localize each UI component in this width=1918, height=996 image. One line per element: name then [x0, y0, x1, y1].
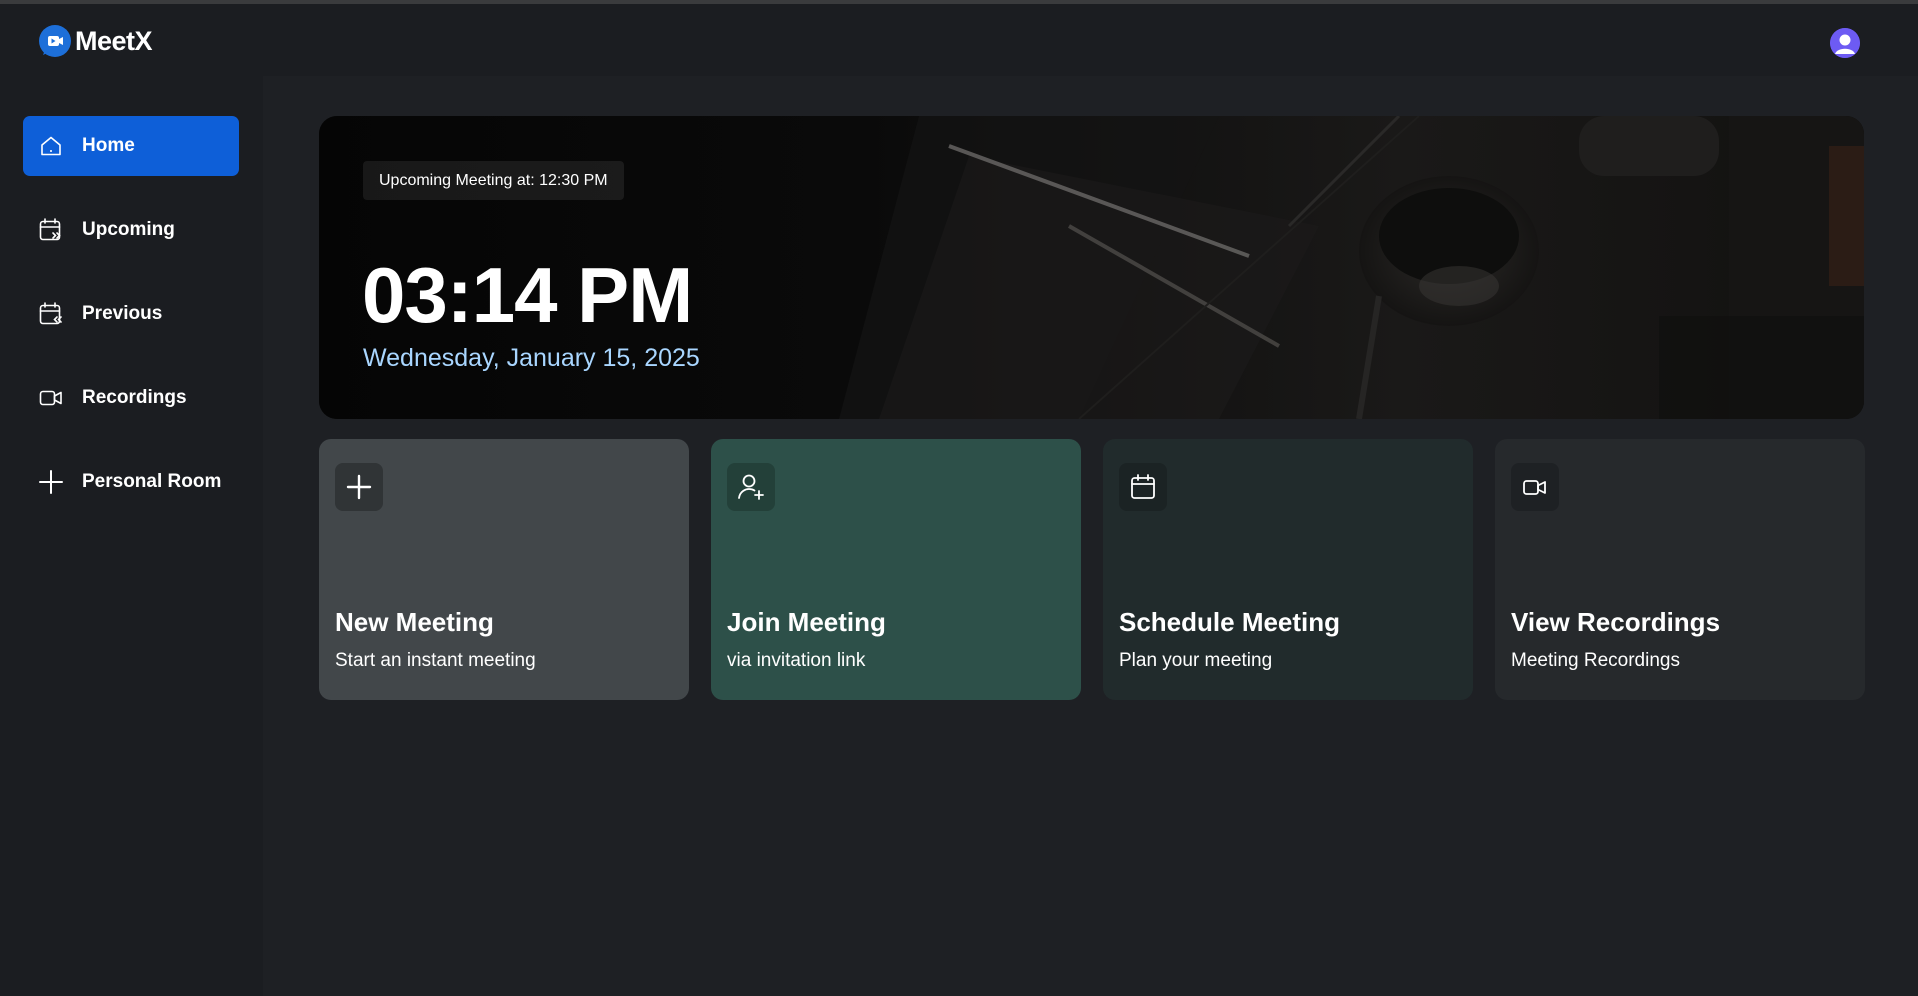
sidebar: Home Upcoming Previous Recordings Person…	[0, 76, 263, 996]
join-meeting-card[interactable]: Join Meeting via invitation link	[711, 439, 1081, 700]
card-title: View Recordings	[1511, 607, 1721, 637]
card-subtitle: via invitation link	[727, 650, 866, 671]
card-subtitle: Start an instant meeting	[335, 650, 536, 671]
sidebar-item-label: Home	[82, 135, 135, 156]
sidebar-item-recordings[interactable]: Recordings	[23, 368, 239, 428]
new-meeting-card[interactable]: New Meeting Start an instant meeting	[319, 439, 689, 700]
plus-icon	[38, 469, 64, 495]
view-recordings-card[interactable]: View Recordings Meeting Recordings	[1495, 439, 1865, 700]
user-plus-icon	[727, 463, 775, 511]
meetx-logo-icon	[39, 25, 71, 57]
calendar-back-icon	[38, 301, 64, 327]
current-time: 03:14 PM	[362, 251, 693, 339]
sidebar-item-previous[interactable]: Previous	[23, 284, 239, 344]
card-title: Schedule Meeting	[1119, 607, 1341, 637]
home-icon	[38, 133, 64, 159]
video-icon	[1511, 463, 1559, 511]
sidebar-item-label: Upcoming	[82, 219, 175, 240]
main-content: Upcoming Meeting at: 12:30 PM 03:14 PM W…	[263, 76, 1918, 996]
calendar-icon	[1119, 463, 1167, 511]
card-subtitle: Meeting Recordings	[1511, 650, 1680, 671]
video-icon	[38, 385, 64, 411]
hero-banner: Upcoming Meeting at: 12:30 PM 03:14 PM W…	[319, 116, 1864, 419]
app-logo[interactable]: MeetX	[39, 25, 153, 57]
calendar-forward-icon	[38, 217, 64, 243]
sidebar-item-label: Personal Room	[82, 471, 222, 492]
sidebar-item-personal-room[interactable]: Personal Room	[23, 452, 239, 512]
plus-icon	[335, 463, 383, 511]
sidebar-item-label: Recordings	[82, 387, 187, 408]
sidebar-item-home[interactable]: Home	[23, 116, 239, 176]
card-title: Join Meeting	[727, 607, 886, 637]
current-date: Wednesday, January 15, 2025	[363, 344, 700, 372]
card-subtitle: Plan your meeting	[1119, 650, 1273, 671]
sidebar-item-upcoming[interactable]: Upcoming	[23, 200, 239, 260]
app-name: MeetX	[75, 25, 153, 56]
upcoming-meeting-badge: Upcoming Meeting at: 12:30 PM	[363, 161, 624, 200]
top-navbar: MeetX	[0, 4, 1918, 76]
sidebar-item-label: Previous	[82, 303, 163, 324]
user-avatar[interactable]	[1830, 28, 1860, 58]
schedule-meeting-card[interactable]: Schedule Meeting Plan your meeting	[1103, 439, 1473, 700]
card-title: New Meeting	[335, 607, 494, 637]
